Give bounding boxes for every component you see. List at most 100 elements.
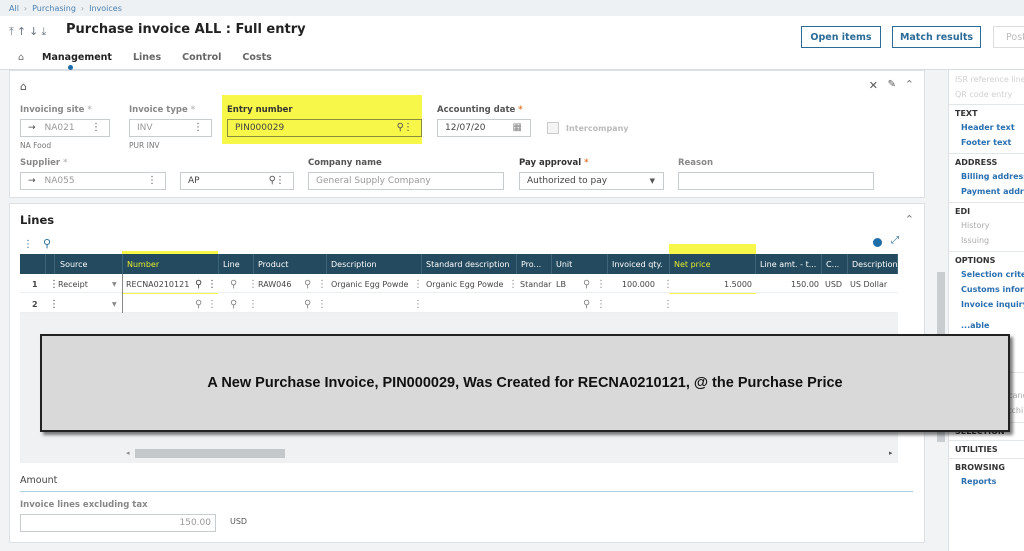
search-icon[interactable]: ⚲ xyxy=(583,295,590,313)
cell-line-amount[interactable]: 150.00 xyxy=(760,275,819,293)
breadcrumb-invoices[interactable]: Invoices xyxy=(89,4,122,13)
grid-menu-icon[interactable]: ⋮ xyxy=(23,239,33,250)
sidebar-item-history[interactable]: History xyxy=(949,218,1024,233)
pay-approval-select[interactable]: Authorized to pay ▼ xyxy=(519,172,664,190)
open-items-button[interactable]: Open items xyxy=(801,26,881,48)
settings-icon[interactable] xyxy=(873,238,882,247)
collapse-chevron-icon[interactable]: ⌃ xyxy=(905,213,914,226)
more-options-icon[interactable]: ⋮ xyxy=(207,295,217,313)
search-icon[interactable]: ⚲ xyxy=(195,295,202,313)
sidebar-item-payment-address[interactable]: Payment address xyxy=(949,184,1024,199)
sidebar-item-customs-information[interactable]: Customs information xyxy=(949,282,1024,297)
search-icon[interactable]: ⚲ xyxy=(195,275,202,293)
scroll-right-icon[interactable]: ▸ xyxy=(889,449,893,457)
more-options-icon[interactable]: ⋮ xyxy=(193,122,206,133)
dropdown-caret-icon[interactable]: ▼ xyxy=(650,177,658,185)
invoice-type-field[interactable]: INV ⋮ xyxy=(129,119,212,137)
column-header-product-type[interactable]: Pro... xyxy=(517,254,552,274)
more-options-icon[interactable]: ⋮ xyxy=(248,295,258,313)
search-icon[interactable]: ⚲ xyxy=(230,295,237,313)
more-options-icon[interactable]: ⋮ xyxy=(413,275,423,293)
sidebar-item-footer-text[interactable]: Footer text xyxy=(949,135,1024,150)
breadcrumb-purchasing[interactable]: Purchasing xyxy=(32,4,76,13)
supplier-field[interactable]: → NA055 ⋮ xyxy=(20,172,166,190)
sidebar-item-header-text[interactable]: Header text xyxy=(949,120,1024,135)
column-header-currency[interactable]: C... xyxy=(822,254,848,274)
row-menu-icon[interactable]: ⋮ xyxy=(49,295,59,313)
more-options-icon[interactable]: ⋮ xyxy=(91,122,104,133)
cell-product-type[interactable]: Standar xyxy=(520,275,552,293)
column-header-standard-description[interactable]: Standard description xyxy=(422,254,517,274)
sidebar-item-reports[interactable]: Reports xyxy=(949,474,1024,489)
cell-standard-description[interactable]: Organic Egg Powde xyxy=(426,275,506,293)
cell-net-price[interactable]: 1.5000 xyxy=(690,275,752,293)
more-options-icon[interactable]: ⋮ xyxy=(317,295,327,313)
more-options-icon[interactable]: ⋮ xyxy=(596,275,606,293)
supplier-extra-field[interactable]: AP ⚲ ⋮ xyxy=(180,172,294,190)
cell-description[interactable]: Organic Egg Powde xyxy=(331,275,413,293)
column-header-line-amount[interactable]: Line amt. - t... xyxy=(756,254,822,274)
sidebar-item-qr-code-entry[interactable]: QR code entry xyxy=(949,87,1024,104)
tab-lines[interactable]: Lines xyxy=(133,52,161,63)
cell-invoiced-qty[interactable]: 100.000 xyxy=(610,275,655,293)
tab-management[interactable]: Management xyxy=(42,52,112,70)
search-icon[interactable]: ⚲ xyxy=(304,295,311,313)
search-icon[interactable]: ⚲ xyxy=(304,275,311,293)
dropdown-caret-icon[interactable]: ▼ xyxy=(112,295,117,313)
cell-number[interactable]: RECNA0210121 xyxy=(126,275,189,293)
accounting-date-field[interactable]: 12/07/20 ▦ xyxy=(437,119,531,137)
sidebar-item-obscured-1[interactable]: ...able xyxy=(949,312,1024,333)
column-header-source[interactable]: Source xyxy=(55,254,123,274)
previous-record-icon[interactable]: ↑ xyxy=(17,25,26,39)
more-options-icon[interactable]: ⋮ xyxy=(663,275,673,293)
sidebar-section-utilities[interactable]: UTILITIES xyxy=(949,440,1024,458)
more-options-icon[interactable]: ⋮ xyxy=(147,175,160,186)
company-name-field[interactable]: General Supply Company xyxy=(308,172,504,190)
edit-pencil-icon[interactable]: ✎ xyxy=(888,79,896,90)
calendar-icon[interactable]: ▦ xyxy=(513,122,525,133)
post-button[interactable]: Post xyxy=(993,26,1024,48)
more-options-icon[interactable]: ⋮ xyxy=(508,275,518,293)
column-header-number[interactable]: Number xyxy=(123,254,219,274)
more-options-icon[interactable]: ⋮ xyxy=(275,175,288,186)
table-row[interactable] xyxy=(20,294,898,313)
invoicing-site-field[interactable]: → NA021 ⋮ xyxy=(20,119,110,137)
entry-number-field[interactable]: PIN000029 ⚲ ⋮ xyxy=(227,119,422,137)
more-options-icon[interactable]: ⋮ xyxy=(413,295,423,313)
more-options-icon[interactable]: ⋮ xyxy=(663,295,673,313)
cell-currency-description[interactable]: US Dollar xyxy=(850,275,898,293)
cell-source[interactable]: Receipt xyxy=(58,275,88,293)
more-options-icon[interactable]: ⋮ xyxy=(403,122,416,133)
match-results-button[interactable]: Match results xyxy=(892,26,981,48)
dropdown-caret-icon[interactable]: ▼ xyxy=(112,275,117,293)
sidebar-item-isr-reference-line[interactable]: ISR reference line xyxy=(949,70,1024,87)
expand-icon[interactable]: ⤢ xyxy=(891,235,899,246)
cell-product[interactable]: RAW046 xyxy=(258,275,291,293)
first-record-icon[interactable]: ⤒ xyxy=(9,25,14,39)
search-icon[interactable]: ⚲ xyxy=(583,275,590,293)
reason-field[interactable] xyxy=(678,172,874,190)
cell-currency[interactable]: USD xyxy=(825,275,842,293)
scroll-left-icon[interactable]: ◂ xyxy=(126,449,130,457)
collapse-chevron-icon[interactable]: ⌃ xyxy=(905,78,914,91)
sidebar-item-billing-address[interactable]: Billing address xyxy=(949,169,1024,184)
breadcrumb-all[interactable]: All xyxy=(9,4,19,13)
tab-costs[interactable]: Costs xyxy=(242,52,271,63)
invoice-lines-field[interactable]: 150.00 xyxy=(20,514,216,532)
next-record-icon[interactable]: ↓ xyxy=(29,25,38,39)
sidebar-item-selection-criteria[interactable]: Selection criteria xyxy=(949,267,1024,282)
search-icon[interactable]: ⚲ xyxy=(230,275,237,293)
column-header-product[interactable]: Product xyxy=(254,254,327,274)
column-header-net-price[interactable]: Net price xyxy=(670,254,756,274)
more-options-icon[interactable]: ⋮ xyxy=(317,275,327,293)
more-options-icon[interactable]: ⋮ xyxy=(207,275,217,293)
column-header-description[interactable]: Description xyxy=(327,254,422,274)
grid-search-icon[interactable]: ⚲ xyxy=(43,237,51,250)
column-header-currency-description[interactable]: Description xyxy=(848,254,898,274)
tab-control[interactable]: Control xyxy=(182,52,221,63)
sidebar-item-invoice-inquiry[interactable]: Invoice inquiry xyxy=(949,297,1024,312)
column-header-unit[interactable]: Unit xyxy=(552,254,608,274)
tools-icon[interactable]: ✕ xyxy=(869,79,878,92)
last-record-icon[interactable]: ⤓ xyxy=(41,25,46,39)
sidebar-item-issuing[interactable]: Issuing xyxy=(949,233,1024,248)
